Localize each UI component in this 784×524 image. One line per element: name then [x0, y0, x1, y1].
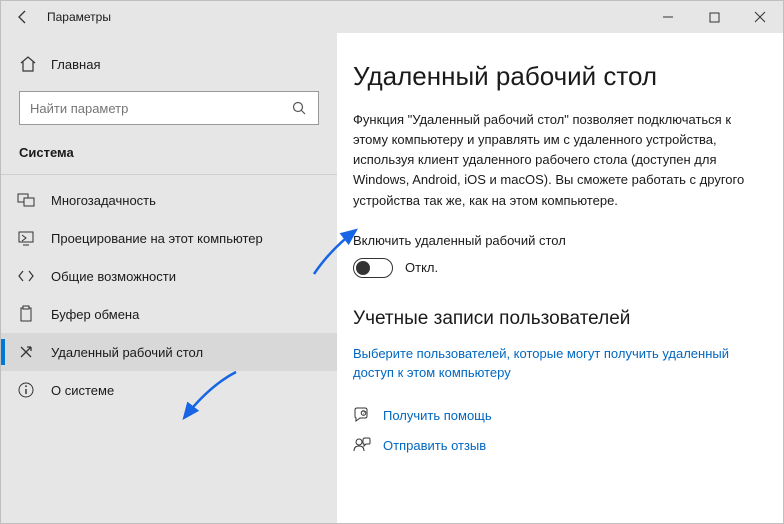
shared-icon [17, 267, 35, 285]
search-input[interactable] [30, 101, 290, 116]
sidebar-item-about[interactable]: О системе [1, 371, 337, 409]
back-button[interactable] [9, 3, 37, 31]
sidebar-item-label: Удаленный рабочий стол [51, 345, 203, 360]
feedback-icon [353, 437, 371, 455]
sidebar-item-shared[interactable]: Общие возможности [1, 257, 337, 295]
window-controls [645, 1, 783, 33]
toggle-state-label: Откл. [405, 260, 438, 275]
close-button[interactable] [737, 1, 783, 33]
sidebar-item-project[interactable]: Проецирование на этот компьютер [1, 219, 337, 257]
title-bar: Параметры [1, 1, 783, 33]
remote-desktop-toggle[interactable] [353, 258, 393, 278]
about-icon [17, 381, 35, 399]
sidebar-item-label: Многозадачность [51, 193, 156, 208]
sidebar-item-label: О системе [51, 383, 114, 398]
search-icon [290, 99, 308, 117]
multitask-icon [17, 191, 35, 209]
clipboard-icon [17, 305, 35, 323]
nav-list: Многозадачность Проецирование на этот ко… [1, 181, 337, 409]
toggle-knob [356, 261, 370, 275]
users-heading: Учетные записи пользователей [353, 308, 761, 330]
page-title: Удаленный рабочий стол [353, 61, 761, 92]
home-label: Главная [51, 57, 100, 72]
select-users-link[interactable]: Выберите пользователей, которые могут по… [353, 344, 761, 383]
sidebar-item-multitask[interactable]: Многозадачность [1, 181, 337, 219]
svg-text:?: ? [362, 411, 365, 417]
main-panel: Удаленный рабочий стол Функция "Удаленны… [337, 33, 783, 523]
home-icon [19, 55, 37, 73]
remote-icon [17, 343, 35, 361]
category-label: Система [1, 139, 337, 170]
divider [1, 174, 337, 175]
window-title: Параметры [47, 10, 111, 24]
description-text: Функция "Удаленный рабочий стол" позволя… [353, 110, 761, 211]
toggle-label: Включить удаленный рабочий стол [353, 233, 761, 248]
get-help-row[interactable]: ? Получить помощь [353, 407, 761, 425]
sidebar: Главная Система Многозадачность [1, 33, 337, 523]
help-icon: ? [353, 407, 371, 425]
home-nav[interactable]: Главная [1, 47, 337, 81]
sidebar-item-clipboard[interactable]: Буфер обмена [1, 295, 337, 333]
sidebar-item-label: Проецирование на этот компьютер [51, 231, 263, 246]
sidebar-item-label: Буфер обмена [51, 307, 139, 322]
sidebar-item-label: Общие возможности [51, 269, 176, 284]
sidebar-item-remote[interactable]: Удаленный рабочий стол [1, 333, 337, 371]
feedback-label: Отправить отзыв [383, 438, 486, 453]
minimize-button[interactable] [645, 1, 691, 33]
get-help-label: Получить помощь [383, 408, 492, 423]
feedback-row[interactable]: Отправить отзыв [353, 437, 761, 455]
project-icon [17, 229, 35, 247]
maximize-button[interactable] [691, 1, 737, 33]
search-box[interactable] [19, 91, 319, 125]
